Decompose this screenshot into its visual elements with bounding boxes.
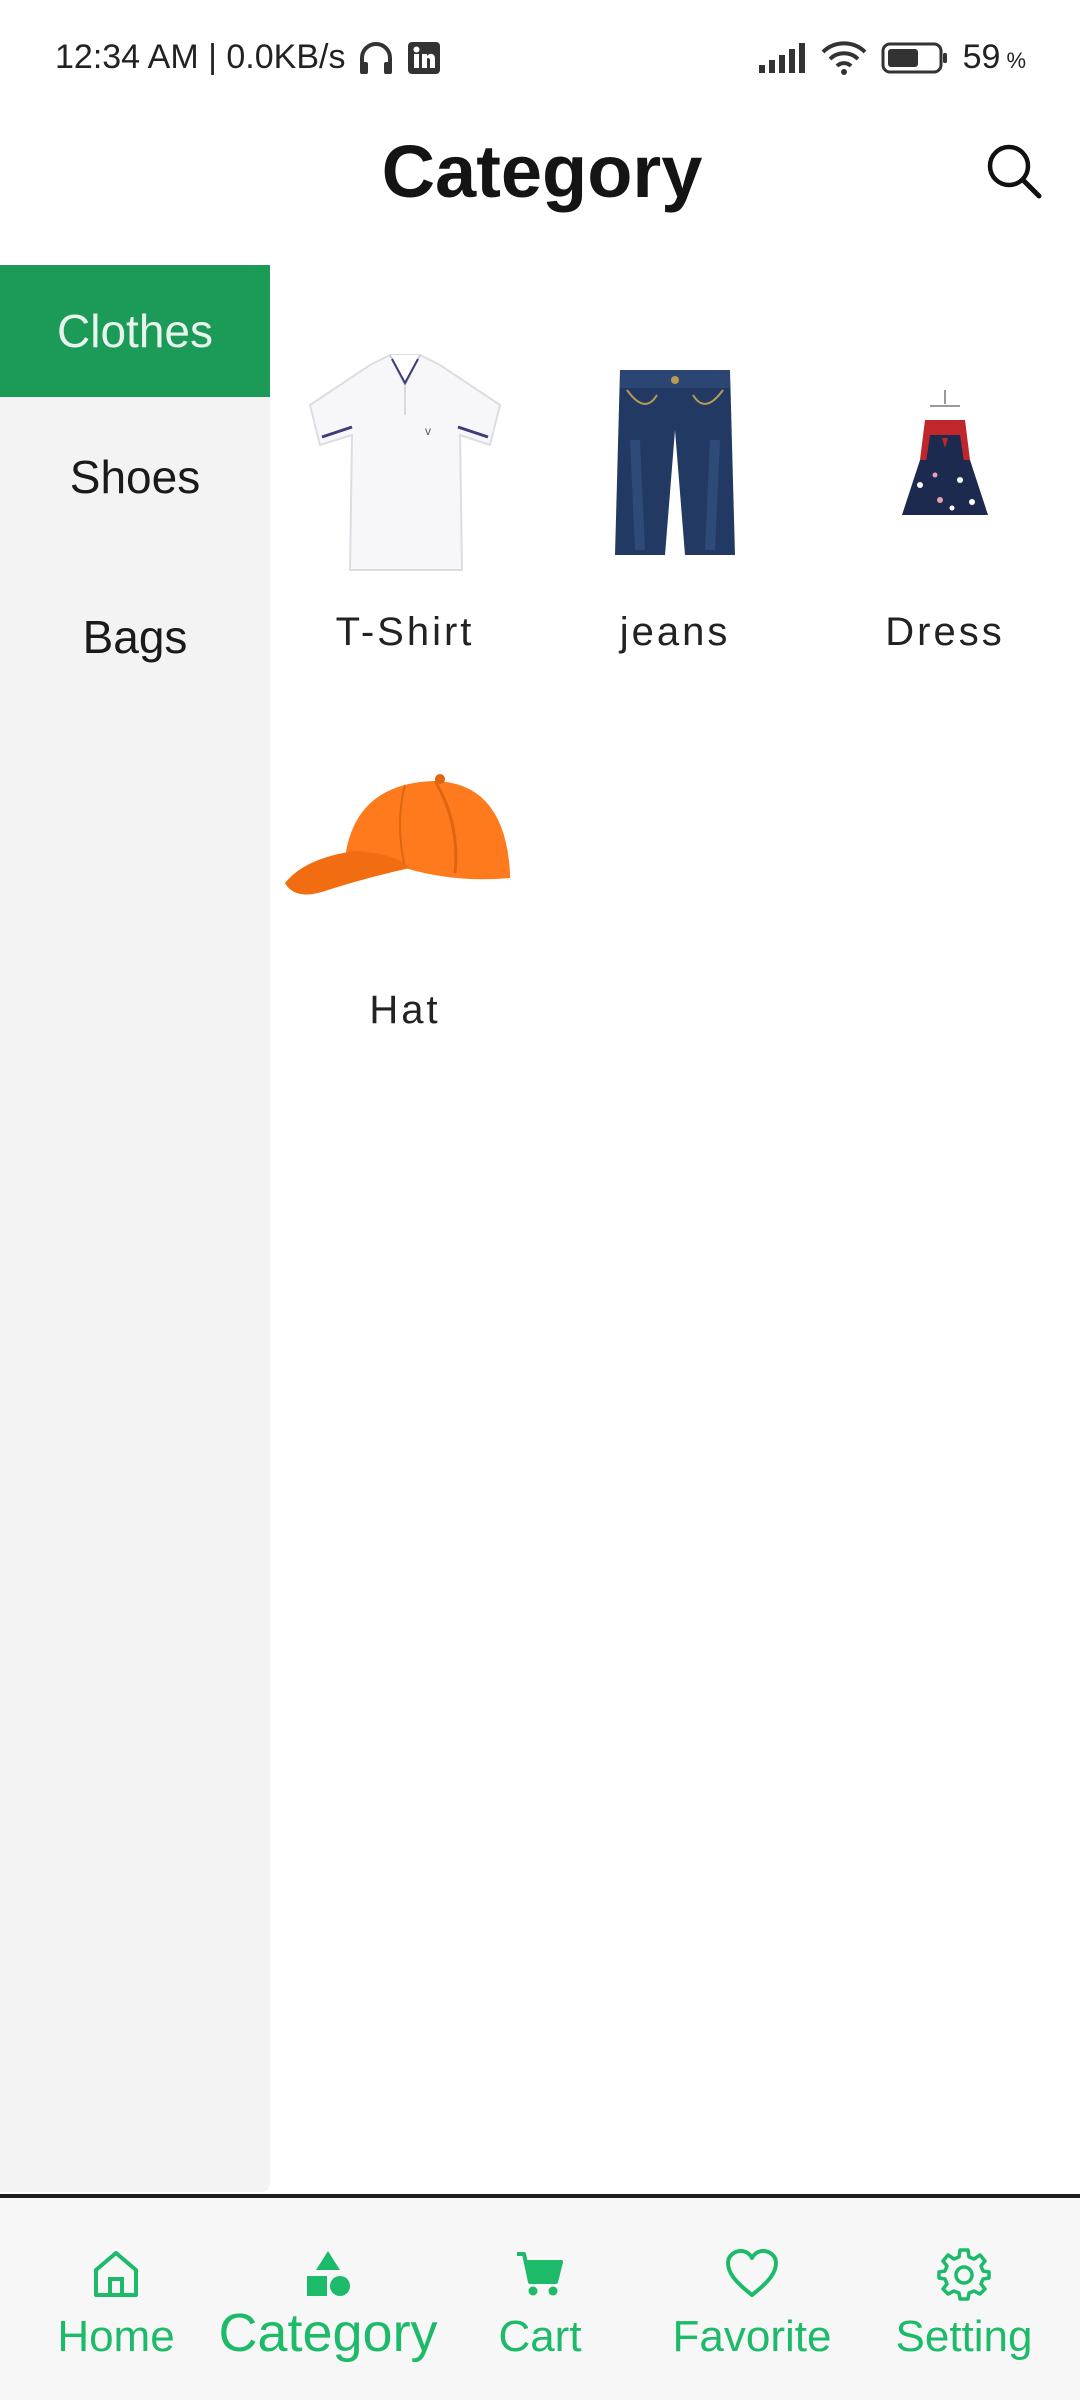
product-card-jeans[interactable]: jeans <box>540 330 810 708</box>
dress-image <box>825 330 1065 590</box>
sidebar-item-shoes[interactable]: Shoes <box>0 397 270 557</box>
status-time: 12:34 AM | 0.0KB/s <box>55 38 346 76</box>
battery-icon <box>881 42 949 74</box>
page-title: Category <box>381 130 703 213</box>
headphones-icon <box>357 40 395 76</box>
nav-label: Home <box>57 2312 175 2361</box>
signal-icon <box>757 42 807 73</box>
product-name: Dress <box>885 610 1005 654</box>
nav-label: Cart <box>498 2312 582 2361</box>
cart-icon <box>514 2246 566 2302</box>
heart-icon <box>724 2246 780 2302</box>
sidebar-item-label: Clothes <box>57 305 213 357</box>
nav-label: Favorite <box>672 2312 832 2361</box>
product-name: jeans <box>619 610 731 654</box>
nav-label: Category <box>218 2303 438 2363</box>
product-grid: v T-Shirt jeans Dress Hat <box>270 330 1080 1086</box>
sidebar-item-label: Shoes <box>69 451 201 503</box>
search-button[interactable] <box>982 139 1046 203</box>
status-bar: 12:34 AM | 0.0KB/s 59 % <box>0 0 1080 115</box>
sidebar-item-label: Bags <box>82 611 188 663</box>
gear-icon <box>937 2246 991 2302</box>
svg-text:v: v <box>425 424 431 438</box>
status-right: 59 % <box>757 38 1026 77</box>
category-icon <box>302 2246 354 2302</box>
home-icon <box>90 2246 142 2302</box>
sidebar-item-bags[interactable]: Bags <box>0 557 270 717</box>
bottom-navigation: Home Category Cart Favorite Setting <box>0 2194 1080 2400</box>
category-sidebar: Clothes Shoes Bags <box>0 265 270 2192</box>
cap-image <box>285 708 525 968</box>
nav-setting[interactable]: Setting <box>864 2246 1064 2362</box>
nav-label: Setting <box>895 2312 1033 2361</box>
header: Category <box>0 115 1080 265</box>
polo-shirt-image: v <box>285 330 525 590</box>
battery-percent: 59 <box>962 38 1001 76</box>
product-name: Hat <box>369 988 441 1032</box>
nav-favorite[interactable]: Favorite <box>652 2246 852 2362</box>
sidebar-item-clothes[interactable]: Clothes <box>0 265 270 397</box>
nav-category[interactable]: Category <box>218 2246 438 2364</box>
product-card-tshirt[interactable]: v T-Shirt <box>270 330 540 708</box>
title-wrap: Category <box>372 127 712 217</box>
product-name: T-Shirt <box>335 610 475 654</box>
nav-home[interactable]: Home <box>16 2246 216 2362</box>
search-icon <box>987 144 1042 199</box>
product-card-dress[interactable]: Dress <box>810 330 1080 708</box>
battery-percent-sign: % <box>1006 47 1026 73</box>
product-card-hat[interactable]: Hat <box>270 708 540 1086</box>
nav-cart[interactable]: Cart <box>440 2246 640 2362</box>
linkedin-icon <box>407 41 441 75</box>
wifi-icon <box>821 40 867 75</box>
status-left: 12:34 AM | 0.0KB/s <box>55 38 441 77</box>
jeans-image <box>555 330 795 590</box>
